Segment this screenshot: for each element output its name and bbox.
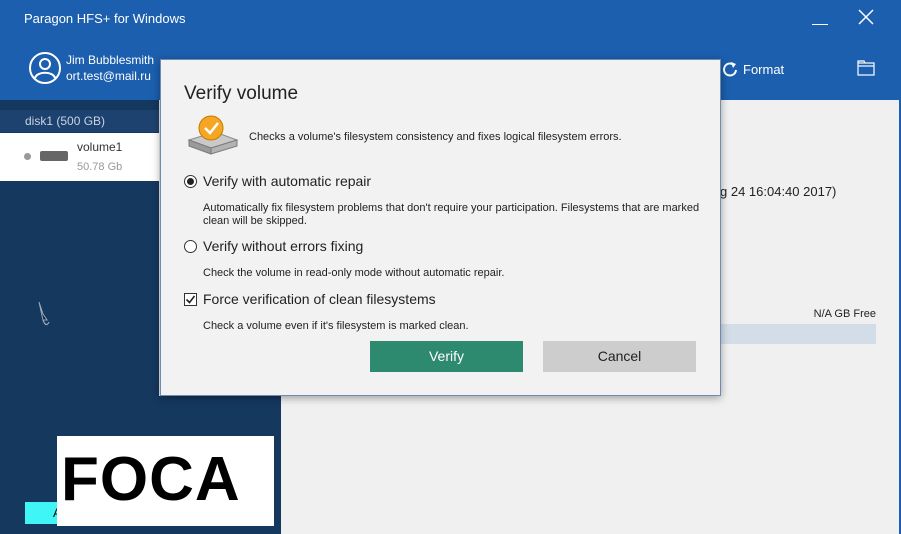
window-title: Paragon HFS+ for Windows	[24, 11, 186, 26]
dialog-title: Verify volume	[184, 83, 299, 104]
content-date-fragment: g 24 16:04:40 2017)	[720, 184, 837, 199]
folder-button[interactable]	[857, 60, 875, 76]
mouse-cursor-icon	[38, 301, 50, 326]
option-no-fixing[interactable]: Verify without errors fixing	[184, 238, 363, 254]
sidebar-bottom-button[interactable]: A	[25, 502, 61, 524]
usage-bar	[720, 324, 876, 344]
format-label: Format	[743, 61, 785, 77]
option-automatic-repair[interactable]: Verify with automatic repair	[184, 173, 371, 189]
volume-status-dot	[24, 153, 31, 160]
verify-volume-dialog: Verify volume Checks a volume's filesyst…	[160, 59, 721, 396]
dialog-description: Checks a volume's filesystem consistency…	[249, 131, 622, 143]
check-icon	[185, 295, 196, 304]
radio-automatic-repair[interactable]	[184, 174, 197, 188]
minimize-button[interactable]	[812, 14, 828, 30]
watermark-text: FOCA	[61, 445, 241, 514]
format-button[interactable]: Format	[722, 58, 784, 80]
user-email: ort.test@mail.ru	[66, 69, 151, 83]
watermark-logo: FOCA	[57, 436, 274, 526]
volume-size: 50.78 Gb	[77, 161, 123, 173]
close-icon	[858, 9, 874, 25]
radio-no-fixing[interactable]	[184, 239, 197, 253]
option-no-fixing-desc: Check the volume in read-only mode witho…	[203, 267, 505, 279]
checkbox-force-check[interactable]	[184, 292, 197, 306]
option-force-check-desc: Check a volume even if it's filesystem i…	[203, 320, 469, 332]
close-button[interactable]	[857, 8, 875, 26]
option-force-check[interactable]: Force verification of clean filesystems	[184, 291, 436, 307]
option-force-check-label: Force verification of clean filesystems	[203, 291, 436, 307]
verify-disk-icon	[187, 115, 239, 155]
user-circle-icon[interactable]	[28, 51, 62, 85]
verify-button[interactable]: Verify	[370, 341, 523, 372]
option-automatic-repair-label: Verify with automatic repair	[203, 173, 372, 189]
folder-icon	[857, 60, 875, 76]
title-bar: Paragon HFS+ for Windows	[0, 0, 901, 38]
content-free-space: N/A GB Free	[813, 308, 876, 320]
option-automatic-repair-desc: Automatically fix filesystem problems th…	[203, 202, 700, 227]
sidebar-item-volume1[interactable]: volume1 50.78 Gb	[0, 133, 159, 181]
format-refresh-icon	[723, 62, 737, 77]
cancel-button[interactable]: Cancel	[543, 341, 696, 372]
user-name: Jim Bubblesmith	[66, 53, 155, 67]
volume-name: volume1	[77, 140, 123, 154]
option-no-fixing-label: Verify without errors fixing	[203, 238, 364, 254]
disk-header[interactable]: disk1 (500 GB)	[0, 110, 159, 132]
drive-icon	[40, 151, 68, 161]
